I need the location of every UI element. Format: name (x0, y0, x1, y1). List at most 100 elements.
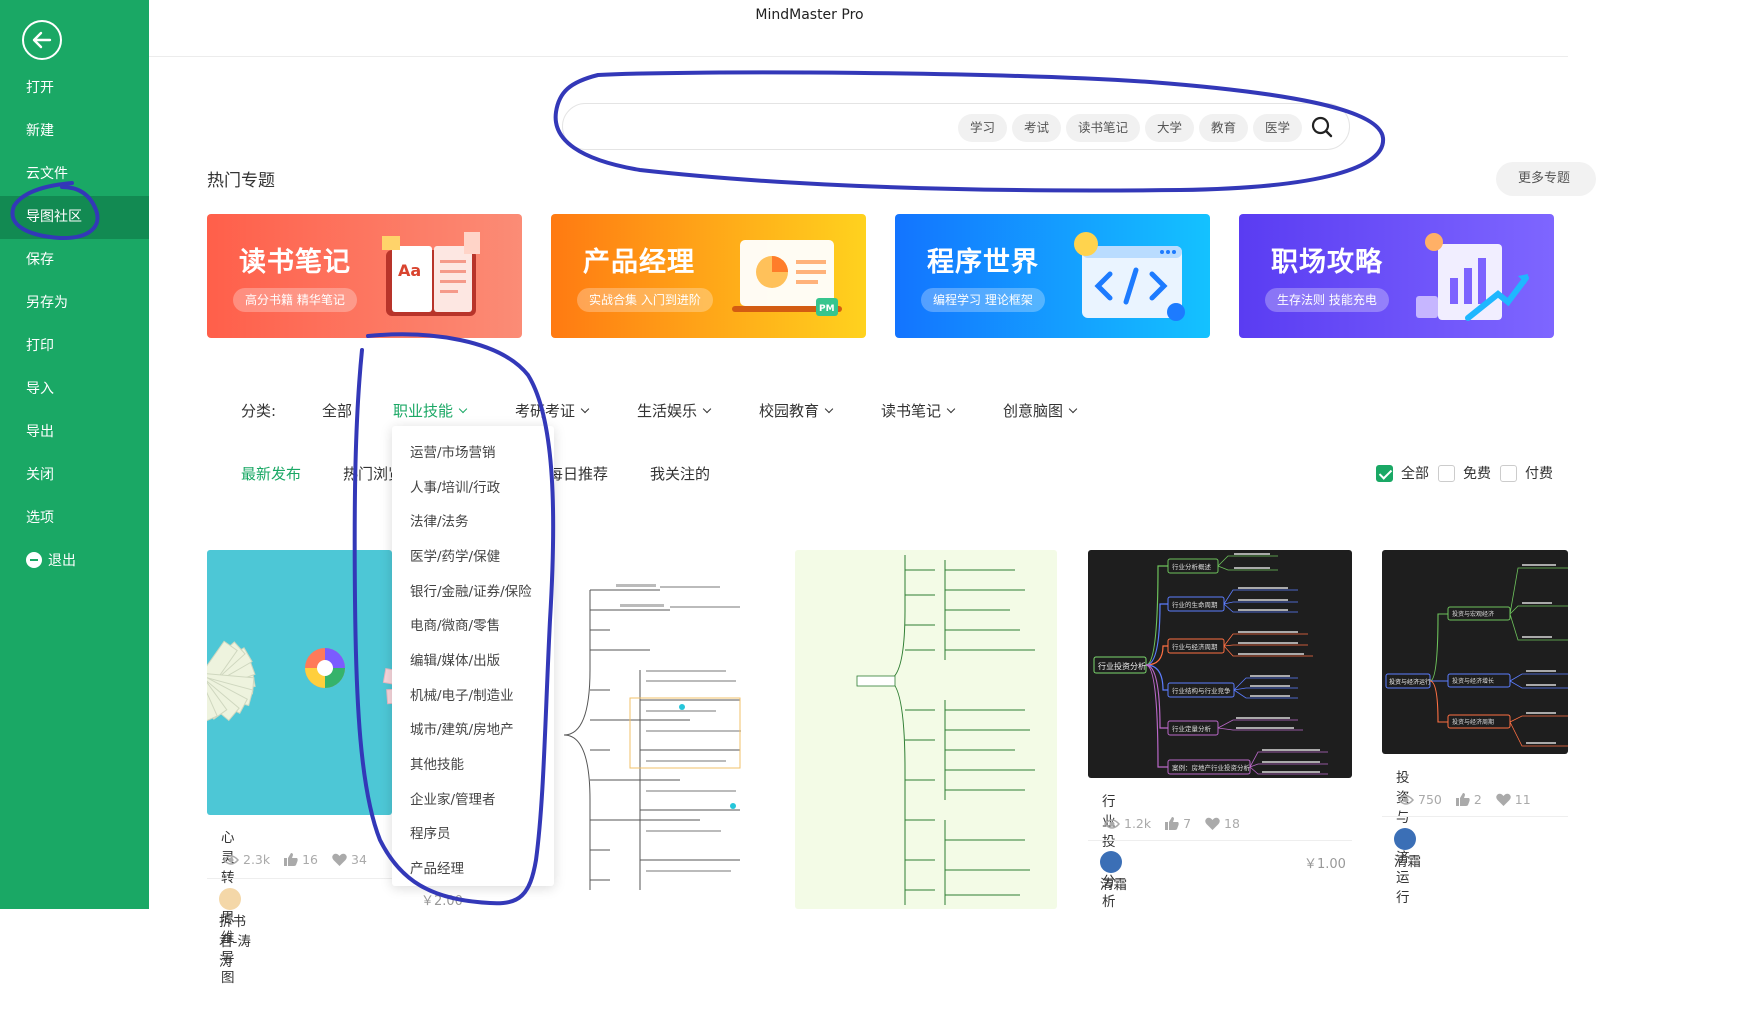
thumb-branch-label: 投资与经济增长 (1452, 677, 1494, 685)
sidebar-item-options[interactable]: 选项 (0, 497, 149, 540)
like-count: 2 (1473, 792, 1482, 807)
sort-tab-daily[interactable]: 每日推荐 (548, 463, 608, 484)
dropdown-item[interactable]: 电商/微商/零售 (410, 614, 500, 634)
sidebar-item-label: 选项 (26, 510, 54, 526)
dropdown-item[interactable]: 编辑/媒体/出版 (410, 649, 500, 669)
search-box: 学习 考试 读书笔记 大学 教育 医学 (562, 103, 1350, 150)
search-tag[interactable]: 医学 (1253, 114, 1303, 142)
heart-icon (1496, 793, 1511, 809)
dropdown-item[interactable]: 企业家/管理者 (410, 788, 496, 808)
banner-subtitle: 高分书籍 精华笔记 (233, 288, 357, 312)
sidebar-item-export[interactable]: 导出 (0, 411, 149, 454)
chevron-down-icon (458, 404, 468, 414)
category-tab-reading-notes[interactable]: 读书笔记 (881, 400, 956, 421)
sidebar-item-new[interactable]: 新建 (0, 110, 149, 153)
card-author[interactable]: 拆书君-涛涛 (219, 888, 251, 970)
sidebar-item-cloud-files[interactable]: 云文件 (0, 153, 149, 196)
card-divider (207, 878, 392, 879)
checkbox-icon[interactable] (1500, 465, 1517, 482)
category-tab-exams[interactable]: 考研考证 (515, 400, 590, 421)
dropdown-item[interactable]: 程序员 (410, 822, 451, 842)
category-tab-label: 创意脑图 (1003, 402, 1064, 420)
sidebar-item-label: 关闭 (26, 467, 54, 483)
sidebar-item-community[interactable]: 导图社区 (0, 196, 149, 239)
thumb-root-label: 投资与经济运行 (1389, 678, 1431, 686)
mindmap-thumbnail: 投资与经济运行 投资与宏观经济 投资与经济增长 投资与经济周期 (1382, 550, 1568, 754)
banner-subtitle: 编程学习 理论框架 (921, 288, 1045, 312)
search-input[interactable] (581, 114, 941, 140)
sidebar-item-label: 打开 (26, 80, 54, 96)
card-author[interactable]: 清霜 (1100, 851, 1132, 893)
view-count: 750 (1418, 792, 1442, 807)
dropdown-item[interactable]: 产品经理 (410, 857, 464, 877)
sidebar-item-label: 导入 (26, 381, 54, 397)
category-tab-campus[interactable]: 校园教育 (759, 400, 834, 421)
search-tag[interactable]: 大学 (1145, 114, 1195, 142)
banner-product-manager[interactable]: 产品经理 实战合集 入门到进阶 PM (551, 214, 866, 338)
search-tag[interactable]: 学习 (958, 114, 1008, 142)
search-tag[interactable]: 教育 (1199, 114, 1249, 142)
dropdown-item[interactable]: 银行/金融/证券/保险 (410, 580, 532, 600)
avatar (1100, 851, 1122, 873)
dropdown-item[interactable]: 人事/培训/行政 (410, 476, 500, 496)
sidebar-item-print[interactable]: 打印 (0, 325, 149, 368)
filter-paid[interactable]: 付费 (1500, 463, 1553, 483)
checkbox-icon[interactable] (1438, 465, 1455, 482)
filter-label: 付费 (1525, 466, 1553, 482)
banner-title: 读书笔记 (239, 247, 351, 278)
card-author[interactable]: 清霜 (1394, 828, 1426, 870)
card-stats: 750 2 11 (1398, 792, 1541, 809)
sidebar-item-save-as[interactable]: 另存为 (0, 282, 149, 325)
back-arrow-icon (32, 31, 52, 49)
thumbs-up-icon (1455, 793, 1470, 809)
search-icon[interactable] (1311, 116, 1333, 138)
filter-free[interactable]: 免费 (1438, 463, 1491, 483)
banner-reading-notes[interactable]: 读书笔记 高分书籍 精华笔记 Aa (207, 214, 522, 338)
sidebar-item-label: 云文件 (26, 166, 68, 182)
card-price: ￥2.00 (421, 894, 463, 909)
svg-text:PM: PM (819, 304, 835, 314)
dropdown-item[interactable]: 运营/市场营销 (410, 441, 496, 461)
growth-chart-icon (1416, 233, 1529, 321)
app-title: MindMaster Pro (755, 7, 864, 23)
category-tab-lifestyle[interactable]: 生活娱乐 (637, 400, 712, 421)
filter-all[interactable]: 全部 (1376, 463, 1429, 483)
dropdown-item[interactable]: 其他技能 (410, 753, 464, 773)
back-button[interactable] (22, 20, 62, 60)
mindmap-thumbnail (795, 550, 1057, 909)
sidebar-item-close[interactable]: 关闭 (0, 454, 149, 497)
dropdown-item[interactable]: 城市/建筑/房地产 (410, 718, 514, 738)
category-tab-label: 读书笔记 (881, 402, 942, 420)
thumbs-up-icon (284, 853, 298, 869)
sidebar-item-exit[interactable]: 退出 (0, 540, 149, 583)
category-tab-all[interactable]: 全部 (322, 400, 352, 421)
view-count: 1.2k (1124, 816, 1152, 831)
more-topics-button[interactable]: 更多专题 (1496, 162, 1596, 196)
search-tag[interactable]: 读书笔记 (1066, 114, 1141, 142)
sidebar-item-label: 新建 (26, 123, 54, 139)
category-tab-creative[interactable]: 创意脑图 (1003, 400, 1078, 421)
favorite-count: 18 (1224, 816, 1240, 831)
sort-tab-latest[interactable]: 最新发布 (241, 463, 301, 484)
sidebar-item-save[interactable]: 保存 (0, 239, 149, 282)
eye-icon (1398, 794, 1414, 809)
sidebar-item-label: 导出 (26, 424, 54, 440)
exit-icon (26, 552, 42, 568)
banner-career[interactable]: 职场攻略 生存法则 技能充电 (1239, 214, 1554, 338)
svg-text:Aa: Aa (398, 261, 421, 280)
filter-label: 全部 (1401, 466, 1429, 482)
sort-tab-following[interactable]: 我关注的 (650, 463, 710, 484)
avatar (1394, 828, 1416, 850)
dropdown-item[interactable]: 机械/电子/制造业 (410, 684, 514, 704)
dropdown-item[interactable]: 法律/法务 (410, 510, 469, 530)
banner-title: 职场攻略 (1271, 247, 1383, 278)
sidebar-item-import[interactable]: 导入 (0, 368, 149, 411)
dropdown-item[interactable]: 医学/药学/保健 (410, 545, 500, 565)
banner-programming[interactable]: 程序世界 编程学习 理论框架 (895, 214, 1210, 338)
checkbox-checked-icon[interactable] (1376, 465, 1393, 482)
sidebar-item-open[interactable]: 打开 (0, 67, 149, 110)
thumb-branch-label: 案例：房地产行业投资分析 (1172, 763, 1251, 772)
thumb-branch-label: 行业分析概述 (1172, 562, 1212, 571)
category-tab-career-skills[interactable]: 职业技能 (393, 400, 468, 421)
search-tag[interactable]: 考试 (1012, 114, 1062, 142)
